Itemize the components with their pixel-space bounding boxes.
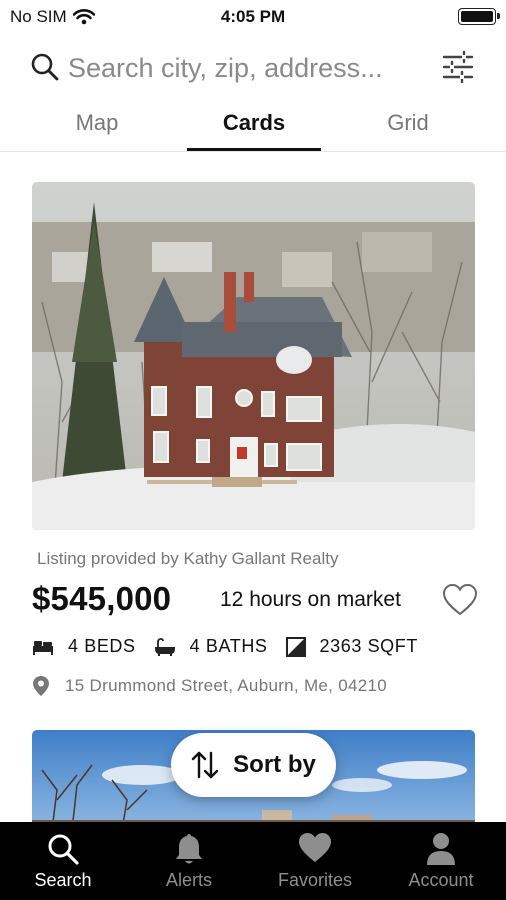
status-time: 4:05 PM <box>220 7 286 26</box>
nav-favorites[interactable]: Favorites <box>252 822 378 900</box>
nav-search[interactable]: Search <box>0 822 126 900</box>
nav-account[interactable]: Account <box>378 822 504 900</box>
view-tabs: Map Cards Grid <box>0 104 506 152</box>
listing-price: $545,000 <box>32 580 172 617</box>
time-on-market: 12 hours on market <box>220 588 401 611</box>
battery-icon <box>458 8 500 25</box>
tab-cards[interactable]: Cards <box>187 110 321 136</box>
nav-account-label: Account <box>408 870 474 890</box>
nav-alerts-label: Alerts <box>165 870 212 890</box>
filter-sliders-icon[interactable] <box>440 49 476 85</box>
nav-search-label: Search <box>34 870 92 890</box>
listing-photo[interactable] <box>32 182 475 530</box>
sort-arrows-icon <box>191 751 219 779</box>
active-tab-indicator <box>187 148 321 151</box>
sort-label: Sort by <box>233 751 316 778</box>
beds-spec: 4 BEDS <box>32 636 136 657</box>
address-text: 15 Drummond Street, Auburn, Me, 04210 <box>65 676 387 695</box>
sqft-label: 2363 SQFT <box>319 636 418 656</box>
location-pin-icon <box>33 676 49 696</box>
nav-favorites-label: Favorites <box>277 870 353 890</box>
status-bar: No SIM 4:05 PM <box>0 0 506 34</box>
listing-provider: Listing provided by Kathy Gallant Realty <box>37 549 339 568</box>
search-icon[interactable] <box>30 52 60 82</box>
person-icon <box>427 833 455 865</box>
bed-icon <box>33 640 53 655</box>
bathtub-icon <box>154 637 175 656</box>
beds-label: 4 BEDS <box>68 636 136 656</box>
listing-specs: 4 BEDS 4 BATHS 2363 SQFT <box>32 636 436 657</box>
baths-spec: 4 BATHS <box>154 636 268 657</box>
sqft-spec: 2363 SQFT <box>285 636 418 657</box>
bottom-nav: Search Alerts Favorites Account <box>0 822 506 900</box>
square-footage-icon <box>285 636 306 657</box>
sort-button[interactable]: Sort by <box>171 733 336 797</box>
search-icon <box>48 834 79 865</box>
baths-label: 4 BATHS <box>189 636 268 656</box>
bell-icon <box>176 834 202 864</box>
listing-address: 15 Drummond Street, Auburn, Me, 04210 <box>32 676 387 696</box>
heart-icon <box>299 833 331 862</box>
tab-map[interactable]: Map <box>30 110 164 136</box>
search-bar <box>0 44 506 92</box>
favorite-heart-icon[interactable] <box>442 583 478 617</box>
tab-grid[interactable]: Grid <box>341 110 475 136</box>
search-input[interactable] <box>68 50 428 86</box>
nav-alerts[interactable]: Alerts <box>126 822 252 900</box>
